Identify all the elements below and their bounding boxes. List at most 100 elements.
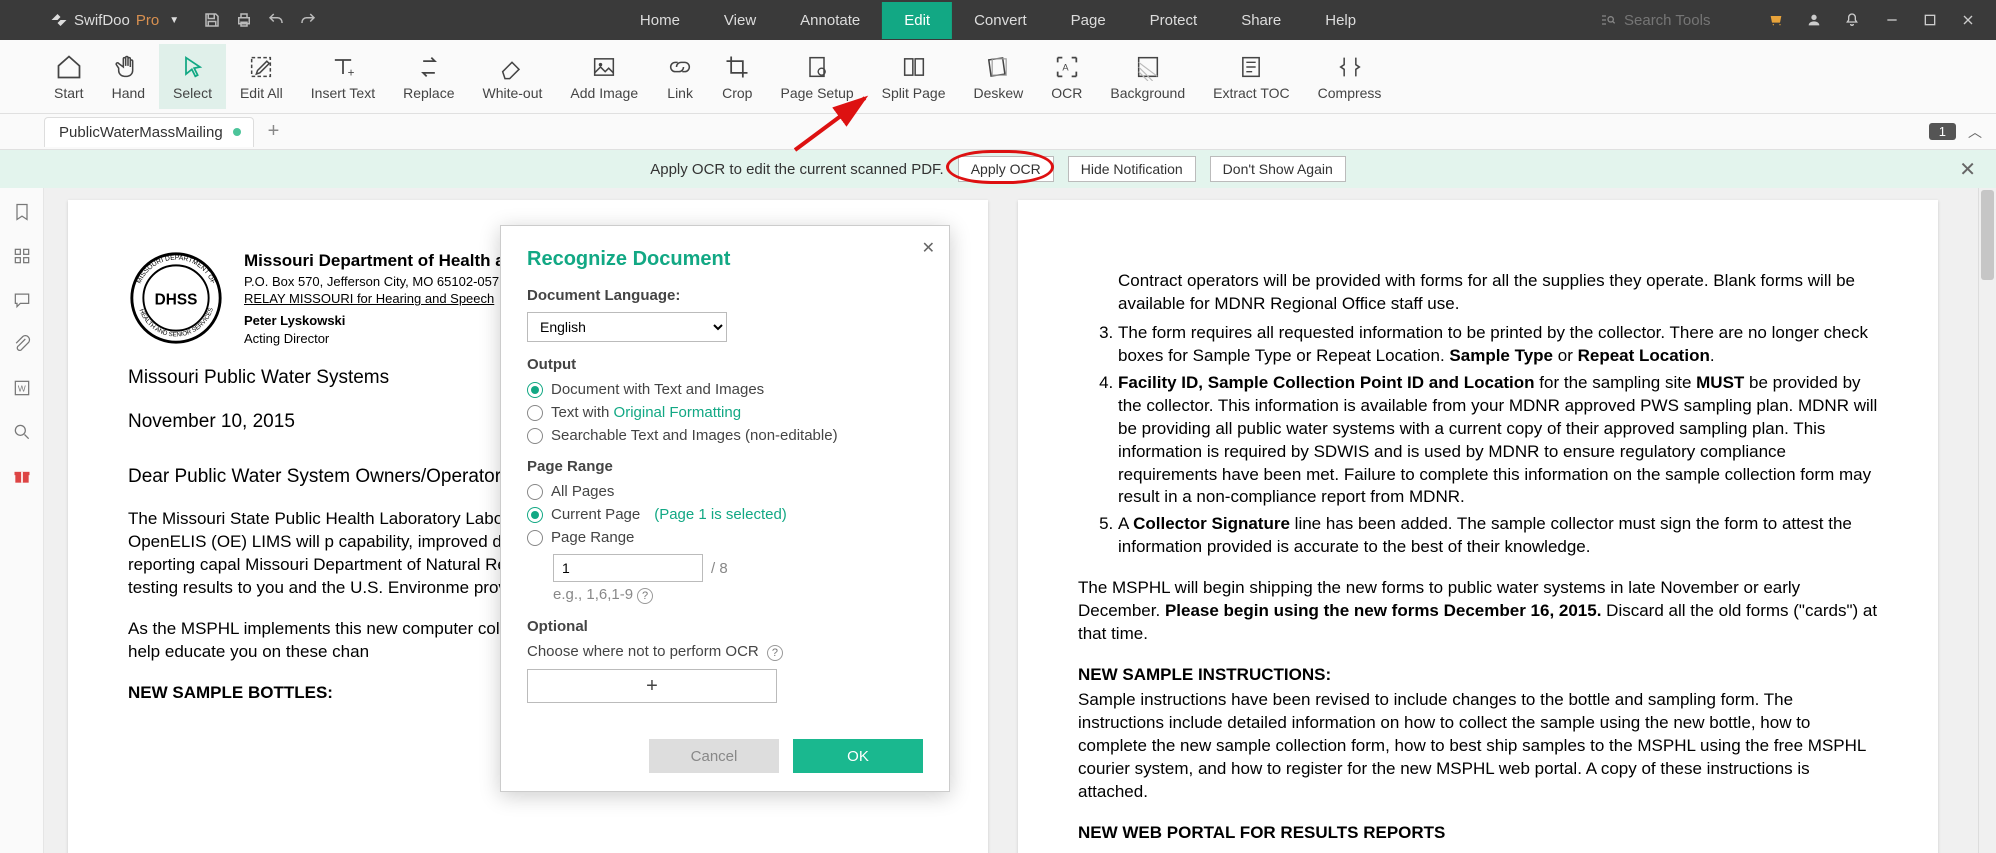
home-icon	[55, 53, 83, 81]
attachment-icon[interactable]	[12, 334, 32, 354]
menu-convert[interactable]: Convert	[952, 2, 1049, 39]
apply-ocr-button[interactable]: Apply OCR	[958, 156, 1054, 182]
menu-help[interactable]: Help	[1303, 2, 1378, 39]
section-instructions-body: Sample instructions have been revised to…	[1078, 689, 1878, 804]
print-icon[interactable]	[235, 11, 253, 29]
list-item: The form requires all requested informat…	[1118, 322, 1878, 368]
document-page-2: Contract operators will be provided with…	[1018, 200, 1938, 853]
tool-select[interactable]: Select	[159, 44, 226, 109]
tool-crop[interactable]: Crop	[708, 44, 766, 109]
add-tab-button[interactable]: +	[268, 120, 280, 143]
list-item: Facility ID, Sample Collection Point ID …	[1118, 372, 1878, 510]
range-option-range[interactable]: Page Range	[527, 529, 923, 546]
title-bar: SwifDoo Pro ▼ Home View Annotate Edit Co…	[0, 0, 1996, 40]
language-select[interactable]: English	[527, 312, 727, 342]
tool-add-image[interactable]: Add Image	[556, 44, 652, 109]
range-option-all[interactable]: All Pages	[527, 483, 923, 500]
user-icon[interactable]	[1806, 12, 1822, 28]
tool-split-page[interactable]: Split Page	[868, 44, 960, 109]
minimize-icon[interactable]	[1884, 12, 1900, 28]
tool-whiteout[interactable]: White-out	[468, 44, 556, 109]
page2-intro: Contract operators will be provided with…	[1118, 270, 1878, 316]
close-window-icon[interactable]	[1960, 12, 1976, 28]
tool-replace[interactable]: Replace	[389, 44, 468, 109]
output-option-original[interactable]: Text with Original Formatting	[527, 404, 923, 421]
search-tools[interactable]	[1600, 12, 1744, 29]
deskew-icon	[984, 53, 1012, 81]
menu-view[interactable]: View	[702, 2, 778, 39]
output-option-searchable[interactable]: Searchable Text and Images (non-editable…	[527, 427, 923, 444]
menu-edit[interactable]: Edit	[882, 2, 952, 39]
help-icon[interactable]: ?	[637, 588, 653, 604]
menu-share[interactable]: Share	[1219, 2, 1303, 39]
tool-link[interactable]: Link	[652, 44, 708, 109]
vertical-scrollbar[interactable]	[1978, 188, 1996, 853]
radio-icon	[527, 530, 543, 546]
radio-icon	[527, 382, 543, 398]
word-export-icon[interactable]: W	[12, 378, 32, 398]
bell-icon[interactable]	[1844, 12, 1860, 28]
window-controls	[1884, 12, 1976, 28]
tool-page-setup[interactable]: Page Setup	[766, 44, 867, 109]
link-icon	[666, 53, 694, 81]
tool-hand[interactable]: Hand	[98, 44, 159, 109]
undo-icon[interactable]	[267, 11, 285, 29]
tool-extract-toc[interactable]: Extract TOC	[1199, 44, 1304, 109]
output-option-doc[interactable]: Document with Text and Images	[527, 381, 923, 398]
search-input[interactable]	[1624, 12, 1744, 29]
tool-deskew[interactable]: Deskew	[959, 44, 1037, 109]
insert-text-icon: +	[329, 53, 357, 81]
page-range-input[interactable]	[553, 554, 703, 582]
search-icon[interactable]	[12, 422, 32, 442]
tool-insert-text[interactable]: +Insert Text	[297, 44, 389, 109]
bookmark-icon[interactable]	[12, 202, 32, 222]
close-notification-icon[interactable]: ✕	[1959, 157, 1976, 182]
page2-mid: The MSPHL will begin shipping the new fo…	[1078, 577, 1878, 646]
page-count-badge: 1	[1929, 123, 1956, 140]
page-setup-icon	[803, 53, 831, 81]
app-dropdown-icon[interactable]: ▼	[169, 15, 179, 26]
output-label: Output	[527, 356, 923, 373]
menu-protect[interactable]: Protect	[1128, 2, 1220, 39]
add-exclusion-button[interactable]: +	[527, 669, 777, 703]
hand-icon	[114, 53, 142, 81]
app-edition: Pro	[136, 12, 159, 29]
svg-text:A: A	[1062, 62, 1069, 72]
left-sidebar: W	[0, 188, 44, 853]
tool-start[interactable]: Start	[40, 44, 98, 109]
radio-icon	[527, 484, 543, 500]
menu-annotate[interactable]: Annotate	[778, 2, 882, 39]
menu-page[interactable]: Page	[1049, 2, 1128, 39]
gift-icon[interactable]	[12, 466, 32, 486]
svg-text:+: +	[348, 66, 355, 79]
tabs-chevron-icon[interactable]: ︿	[1968, 122, 1982, 142]
document-tab[interactable]: PublicWaterMassMailing	[44, 117, 254, 147]
thumbnails-icon[interactable]	[12, 246, 32, 266]
cart-icon[interactable]	[1768, 12, 1784, 28]
language-label: Document Language:	[527, 287, 923, 304]
document-viewport[interactable]: DHSS MISSOURI DEPARTMENT OF HEALTH AND S…	[44, 188, 1978, 853]
dialog-close-icon[interactable]: ✕	[922, 238, 935, 258]
comment-icon[interactable]	[12, 290, 32, 310]
tool-edit-all[interactable]: Edit All	[226, 44, 297, 109]
cancel-button[interactable]: Cancel	[649, 739, 779, 773]
dont-show-again-button[interactable]: Don't Show Again	[1210, 156, 1346, 182]
menu-home[interactable]: Home	[618, 2, 702, 39]
tool-compress[interactable]: Compress	[1304, 44, 1396, 109]
ok-button[interactable]: OK	[793, 739, 923, 773]
tool-background[interactable]: Background	[1096, 44, 1199, 109]
image-icon	[590, 53, 618, 81]
hide-notification-button[interactable]: Hide Notification	[1068, 156, 1196, 182]
range-option-current[interactable]: Current Page(Page 1 is selected)	[527, 506, 923, 523]
redo-icon[interactable]	[299, 11, 317, 29]
maximize-icon[interactable]	[1922, 12, 1938, 28]
app-brand: SwifDoo	[74, 12, 130, 29]
tool-ocr[interactable]: AOCR	[1037, 44, 1096, 109]
ocr-notification-bar: Apply OCR to edit the current scanned PD…	[0, 150, 1996, 188]
main-menu: Home View Annotate Edit Convert Page Pro…	[618, 2, 1378, 39]
section-instructions-heading: NEW SAMPLE INSTRUCTIONS:	[1078, 664, 1878, 687]
save-icon[interactable]	[203, 11, 221, 29]
quick-access-toolbar	[203, 11, 317, 29]
scrollbar-thumb[interactable]	[1981, 190, 1994, 280]
help-icon[interactable]: ?	[767, 645, 783, 661]
